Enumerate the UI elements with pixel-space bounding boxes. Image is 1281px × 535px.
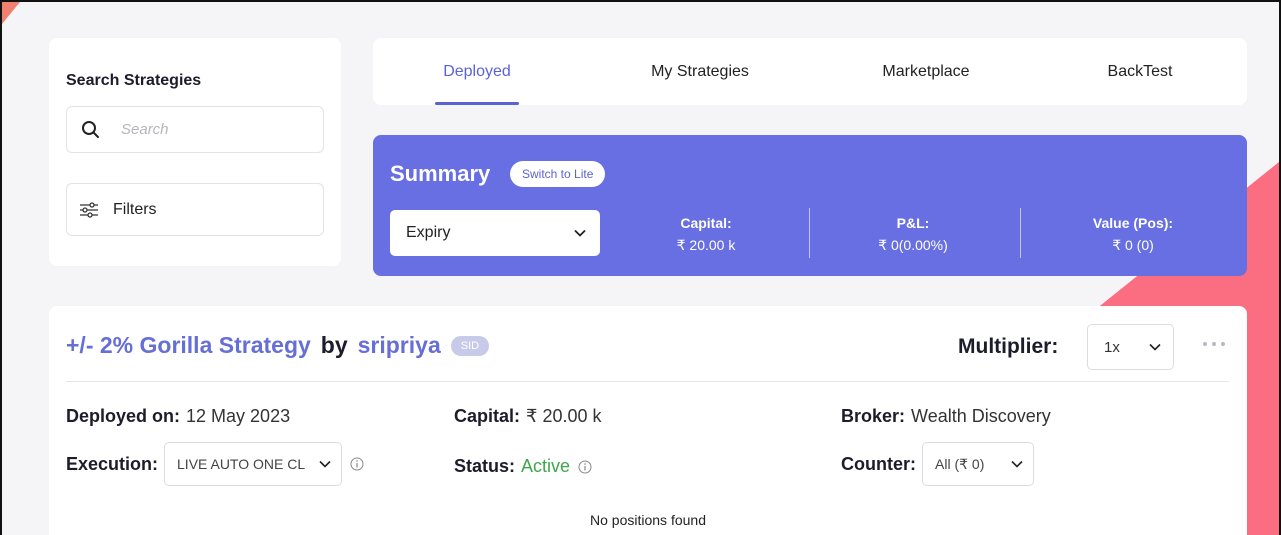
broker-label: Broker:: [841, 406, 906, 426]
summary-capital: Capital: ₹ 20.00 k: [641, 215, 771, 254]
sid-badge: SID: [450, 335, 490, 356]
chevron-down-icon: [574, 229, 586, 237]
search-box[interactable]: [66, 106, 324, 153]
deployed-on-field: Deployed on: 12 May 2023: [66, 406, 290, 427]
multiplier-select[interactable]: 1x: [1087, 324, 1174, 370]
capital-field: Capital: ₹ 20.00 k: [454, 406, 602, 427]
info-icon[interactable]: [350, 457, 364, 471]
status-label: Status:: [454, 456, 516, 476]
capital-label: Capital:: [454, 406, 521, 426]
strategy-card: +/- 2% Gorilla Strategy by sripriya SID …: [49, 306, 1247, 535]
counter-label: Counter:: [841, 453, 916, 474]
switch-to-lite-button[interactable]: Switch to Lite: [510, 161, 606, 187]
app-frame: Search Strategies Filters Deployed My St…: [0, 0, 1281, 535]
summary-capital-label: Capital:: [680, 215, 732, 231]
summary-pnl-value: ₹ 0(0.00%): [878, 237, 948, 253]
filters-button[interactable]: Filters: [66, 183, 324, 236]
more-options-icon[interactable]: [1201, 340, 1227, 348]
chevron-down-icon: [1011, 460, 1023, 468]
summary-value: Value (Pos): ₹ 0 (0): [1063, 215, 1203, 254]
counter-select-value: All (₹ 0): [935, 455, 985, 472]
search-icon: [82, 120, 99, 138]
summary-pnl-label: P&L:: [896, 215, 930, 231]
strategy-author-link[interactable]: sripriya: [358, 332, 441, 359]
counter-field: Counter: All (₹ 0): [841, 442, 1034, 486]
filters-label: Filters: [113, 200, 157, 218]
summary-capital-value: ₹ 20.00 k: [676, 237, 736, 253]
broker-value: Wealth Discovery: [911, 406, 1051, 426]
tab-marketplace[interactable]: Marketplace: [819, 38, 1033, 105]
tab-backtest[interactable]: BackTest: [1033, 38, 1247, 105]
strategy-by-text: by: [320, 332, 348, 358]
filters-icon: [80, 201, 98, 218]
expiry-select-value: Expiry: [406, 224, 451, 241]
execution-label: Execution:: [66, 453, 159, 474]
search-panel-title: Search Strategies: [66, 72, 202, 89]
summary-value-label: Value (Pos):: [1092, 215, 1174, 231]
execution-field: Execution: LIVE AUTO ONE CL: [66, 442, 364, 486]
status-value: Active: [521, 456, 571, 476]
tab-deployed[interactable]: Deployed: [373, 38, 581, 105]
summary-panel: Summary Switch to Lite Expiry Capital: ₹…: [373, 135, 1247, 276]
info-icon[interactable]: [578, 460, 592, 474]
multiplier-label: Multiplier:: [958, 335, 1059, 358]
card-divider: [66, 381, 1229, 382]
deployed-on-label: Deployed on:: [66, 406, 181, 426]
counter-select[interactable]: All (₹ 0): [922, 442, 1034, 486]
expiry-select[interactable]: Expiry: [390, 210, 600, 256]
search-panel: Search Strategies Filters: [49, 38, 341, 266]
status-field: Status: Active: [454, 456, 592, 477]
summary-pnl: P&L: ₹ 0(0.00%): [848, 215, 978, 254]
summary-divider: [1020, 208, 1021, 258]
capital-value: ₹ 20.00 k: [526, 406, 602, 426]
deployed-on-value: 12 May 2023: [186, 406, 291, 426]
chevron-down-icon: [319, 460, 331, 468]
execution-select[interactable]: LIVE AUTO ONE CL: [164, 442, 343, 486]
execution-select-value: LIVE AUTO ONE CL: [177, 456, 306, 472]
chevron-down-icon: [1149, 343, 1161, 351]
tab-my-strategies[interactable]: My Strategies: [581, 38, 819, 105]
summary-divider: [809, 208, 810, 258]
strategy-heading: +/- 2% Gorilla Strategy by sripriya SID: [66, 332, 490, 359]
broker-field: Broker: Wealth Discovery: [841, 406, 1051, 427]
decor-corner: [2, 2, 20, 24]
multiplier-select-value: 1x: [1104, 338, 1120, 356]
summary-value-value: ₹ 0 (0): [1112, 237, 1154, 253]
search-input[interactable]: [121, 121, 311, 138]
strategy-tabs: Deployed My Strategies Marketplace BackT…: [373, 38, 1247, 105]
empty-positions-message: No positions found: [590, 512, 706, 528]
strategy-name-link[interactable]: +/- 2% Gorilla Strategy: [66, 332, 311, 359]
summary-title: Summary: [390, 161, 491, 186]
